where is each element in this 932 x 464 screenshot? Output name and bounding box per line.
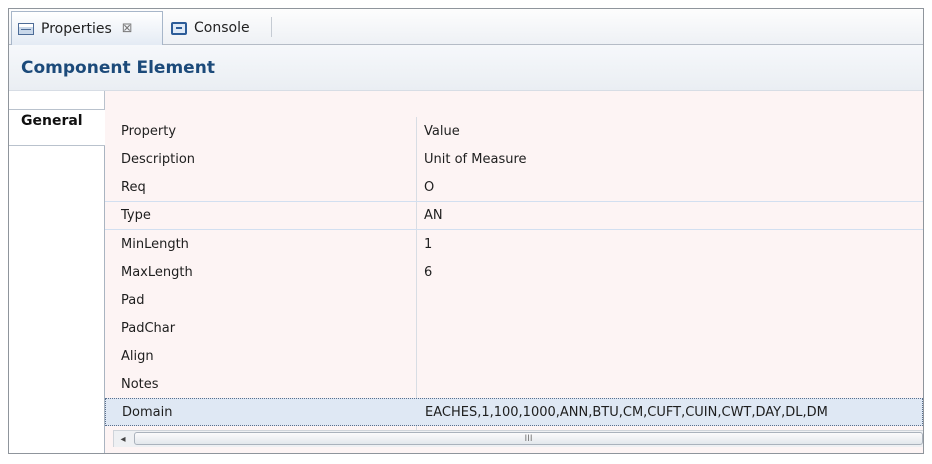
- property-cell: Domain: [122, 404, 173, 420]
- value-cell[interactable]: Unit of Measure: [415, 152, 923, 167]
- properties-table-area: Property Value Description Unit of Measu…: [105, 91, 923, 453]
- value-cell[interactable]: 6: [415, 265, 923, 280]
- table-row[interactable]: Align: [105, 342, 923, 370]
- table-row[interactable]: MinLength 1: [105, 230, 923, 258]
- horizontal-scrollbar[interactable]: ◂ III: [113, 430, 923, 447]
- table-header-row: Property Value: [105, 117, 923, 145]
- scroll-left-arrow-icon[interactable]: ◂: [116, 432, 130, 446]
- tab-properties[interactable]: Properties ⊠: [11, 11, 163, 45]
- property-cell: Notes: [121, 376, 159, 392]
- property-cell: MaxLength: [121, 264, 193, 280]
- column-header-value[interactable]: Value: [415, 124, 923, 139]
- tab-console[interactable]: Console: [165, 11, 265, 45]
- property-cell: Type: [121, 208, 151, 223]
- table-row[interactable]: Notes: [105, 370, 923, 398]
- properties-view-icon: [18, 22, 34, 35]
- tab-divider: [271, 17, 272, 37]
- value-cell[interactable]: O: [415, 180, 923, 195]
- property-cell: Pad: [121, 292, 145, 308]
- value-cell[interactable]: EACHES,1,100,1000,ANN,BTU,CM,CUFT,CUIN,C…: [416, 405, 922, 420]
- properties-table: Property Value Description Unit of Measu…: [105, 117, 923, 426]
- close-icon[interactable]: ⊠: [122, 21, 133, 36]
- page-title: Component Element: [9, 45, 923, 91]
- table-row[interactable]: Req O: [105, 173, 923, 201]
- column-header-property[interactable]: Property: [105, 124, 415, 139]
- table-row[interactable]: Type AN: [105, 201, 923, 230]
- side-tab-general[interactable]: General: [9, 110, 106, 146]
- property-cell: Align: [121, 348, 154, 364]
- side-tab-column: General: [9, 91, 106, 453]
- property-cell: MinLength: [121, 236, 189, 252]
- property-cell: Req: [121, 179, 146, 195]
- property-cell: Description: [121, 151, 196, 167]
- tab-console-label: Console: [194, 20, 250, 36]
- properties-panel: Properties ⊠ Console Component Element G…: [8, 8, 924, 454]
- value-cell[interactable]: AN: [415, 208, 923, 223]
- side-tab-spacer: [9, 91, 105, 110]
- table-row[interactable]: Pad: [105, 286, 923, 314]
- table-row[interactable]: MaxLength 6: [105, 258, 923, 286]
- scrollbar-grip-icon: III: [524, 434, 533, 444]
- tab-properties-label: Properties: [41, 20, 112, 37]
- value-cell[interactable]: 1: [415, 237, 923, 252]
- console-view-icon: [171, 21, 187, 35]
- property-cell: PadChar: [121, 320, 176, 336]
- table-row-selected[interactable]: Domain EACHES,1,100,1000,ANN,BTU,CM,CUFT…: [105, 398, 923, 426]
- table-row[interactable]: PadChar: [105, 314, 923, 342]
- scrollbar-thumb[interactable]: III: [134, 432, 923, 445]
- view-tab-bar: Properties ⊠ Console: [9, 9, 923, 45]
- table-row[interactable]: Description Unit of Measure: [105, 145, 923, 173]
